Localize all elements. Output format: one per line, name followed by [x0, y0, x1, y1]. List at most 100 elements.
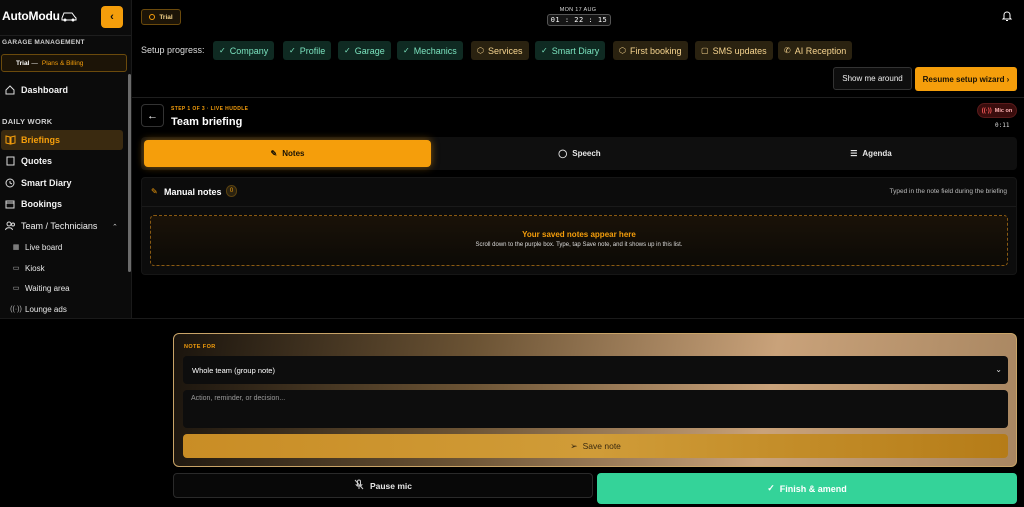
divider	[142, 206, 1016, 207]
arrow-left-icon: ←	[147, 109, 158, 122]
sidebar-item-dashboard[interactable]: Dashboard	[1, 80, 123, 100]
page-title: Team briefing	[171, 116, 243, 128]
section-daily-work: DAILY WORK	[2, 117, 53, 126]
mic-status-badge: ((·)) Mic on	[977, 103, 1017, 118]
sidebar-item-label: Quotes	[21, 156, 53, 166]
tab-label: Notes	[282, 149, 305, 158]
send-icon: ➢	[570, 440, 578, 451]
setup-chip-first-booking[interactable]: ⬡ First booking	[613, 41, 688, 60]
trial-plans-link[interactable]: Trial — Plans & Billing	[1, 54, 127, 72]
sidebar-subitem-lounge-ads[interactable]: ((·)) Lounge ads	[10, 300, 123, 318]
setup-chip-smart-diary[interactable]: ✓ Smart Diary	[535, 41, 606, 60]
trial-label: Trial	[16, 59, 30, 67]
sidebar-item-quotes[interactable]: Quotes	[1, 151, 123, 171]
divider	[132, 97, 1024, 98]
note-input-placeholder: Action, reminder, or decision...	[191, 395, 286, 402]
chip-label: SMS updates	[712, 45, 767, 56]
chip-label: First booking	[629, 45, 682, 56]
step-label: STEP 1 OF 3 · LIVE HUDDLE	[171, 106, 249, 112]
setup-chip-ai-reception[interactable]: ✆ AI Reception	[778, 41, 853, 60]
sidebar-item-briefings[interactable]: Briefings	[1, 130, 123, 150]
setup-chip-services[interactable]: ⬡ Services	[471, 41, 529, 60]
empty-state-title: Your saved notes appear here	[522, 230, 636, 239]
plans-billing-label: Plans & Billing	[41, 59, 84, 67]
mic-off-icon	[354, 479, 364, 492]
sidebar-item-bookings[interactable]: Bookings	[1, 194, 123, 214]
collapse-sidebar-button[interactable]: ‹	[101, 6, 123, 28]
tab-speech[interactable]: ◯ Speech	[436, 140, 723, 167]
brand-name: AutoModu	[2, 9, 60, 23]
setup-chip-garage[interactable]: ✓ Garage	[338, 41, 391, 60]
saved-notes-empty-state: Your saved notes appear here Scroll down…	[150, 215, 1008, 266]
tab-label: Agenda	[862, 149, 892, 158]
book-icon	[4, 134, 16, 146]
check-icon: ✓	[403, 46, 410, 55]
check-icon: ✓	[767, 483, 775, 493]
clock-icon	[4, 177, 16, 189]
chevron-up-icon[interactable]: ⌃	[112, 223, 118, 231]
save-note-label: Save note	[582, 441, 621, 451]
sidebar-scrollbar[interactable]	[128, 74, 131, 272]
manual-notes-panel: ✎ Manual notes 0 Typed in the note field…	[141, 177, 1017, 275]
sidebar-item-label: Bookings	[21, 199, 63, 209]
resume-setup-wizard-button[interactable]: Resume setup wizard ›	[915, 67, 1017, 91]
date-label: MON 17 AUG	[559, 7, 597, 13]
chip-label: Services	[487, 45, 523, 56]
message-icon: ▢	[701, 46, 709, 55]
elapsed-timer: 0:11	[995, 122, 1010, 129]
notes-hint: Typed in the note field during the brief…	[889, 188, 1007, 195]
speech-bubble-icon: ◯	[558, 149, 568, 158]
finish-amend-button[interactable]: ✓ Finish & amend	[597, 473, 1017, 504]
users-icon	[4, 220, 16, 232]
chip-label: Company	[229, 45, 269, 56]
trial-badge[interactable]: Trial	[141, 9, 181, 25]
box-icon: ⬡	[477, 46, 484, 55]
empty-state-subtitle: Scroll down to the purple box. Type, tap…	[475, 242, 683, 248]
setup-chip-company[interactable]: ✓ Company	[213, 41, 275, 60]
phone-icon: ✆	[784, 46, 791, 55]
note-form-card: NOTE FOR Whole team (group note) ⌄ Actio…	[173, 333, 1017, 467]
setup-chip-mechanics[interactable]: ✓ Mechanics	[397, 41, 463, 60]
chip-label: AI Reception	[794, 45, 847, 56]
note-recipient-select[interactable]: Whole team (group note) ⌄	[183, 356, 1008, 384]
sidebar-subitem-waiting-area[interactable]: ▭ Waiting area	[11, 279, 123, 297]
pencil-icon: ✎	[151, 187, 158, 196]
calendar-icon	[4, 198, 16, 210]
briefing-tabs: ✎ Notes ◯ Speech ☰ Agenda	[141, 137, 1017, 170]
grid-icon: ▦	[12, 244, 20, 251]
mic-status-label: Mic on	[994, 107, 1013, 114]
sidebar-item-label: Smart Diary	[21, 178, 72, 188]
divider	[0, 318, 1024, 319]
pause-mic-label: Pause mic	[369, 480, 413, 491]
tab-notes[interactable]: ✎ Notes	[144, 140, 431, 167]
sidebar-item-label: Team / Technicians	[21, 221, 98, 231]
sidebar-subitem-label: Kiosk	[25, 263, 45, 273]
car-logo-icon	[61, 12, 77, 22]
chevron-left-icon: ‹	[110, 11, 114, 23]
back-button[interactable]: ←	[141, 104, 164, 127]
chip-label: Garage	[354, 45, 385, 56]
brand-logo[interactable]: AutoModu	[2, 9, 60, 23]
sidebar-subitem-kiosk[interactable]: ▭ Kiosk	[11, 259, 123, 277]
sidebar-item-team-technicians[interactable]: Team / Technicians	[1, 216, 123, 236]
note-text-input[interactable]: Action, reminder, or decision...	[183, 390, 1008, 428]
sidebar-item-smart-diary[interactable]: Smart Diary	[1, 173, 123, 193]
check-icon: ✓	[344, 46, 351, 55]
clock-display: 01 : 22 : 15	[547, 14, 611, 26]
list-icon: ☰	[850, 149, 858, 158]
pause-mic-button[interactable]: Pause mic	[173, 473, 593, 498]
show-me-around-button[interactable]: Show me around	[833, 67, 912, 90]
tab-agenda[interactable]: ☰ Agenda	[728, 140, 1014, 167]
bell-icon[interactable]	[1001, 10, 1013, 22]
sidebar-subitem-label: Live board	[25, 242, 63, 252]
sidebar-item-label: Dashboard	[21, 85, 69, 95]
check-icon: ✓	[541, 46, 548, 55]
save-note-button[interactable]: ➢ Save note	[183, 434, 1008, 458]
note-for-label: NOTE FOR	[184, 344, 216, 350]
setup-chip-profile[interactable]: ✓ Profile	[283, 41, 332, 60]
sidebar-subitem-live-board[interactable]: ▦ Live board	[11, 238, 123, 256]
setup-chip-sms-updates[interactable]: ▢ SMS updates	[695, 41, 773, 60]
broadcast-icon: ((·))	[10, 305, 22, 313]
check-icon: ✓	[219, 46, 226, 55]
trial-badge-label: Trial	[159, 13, 173, 21]
